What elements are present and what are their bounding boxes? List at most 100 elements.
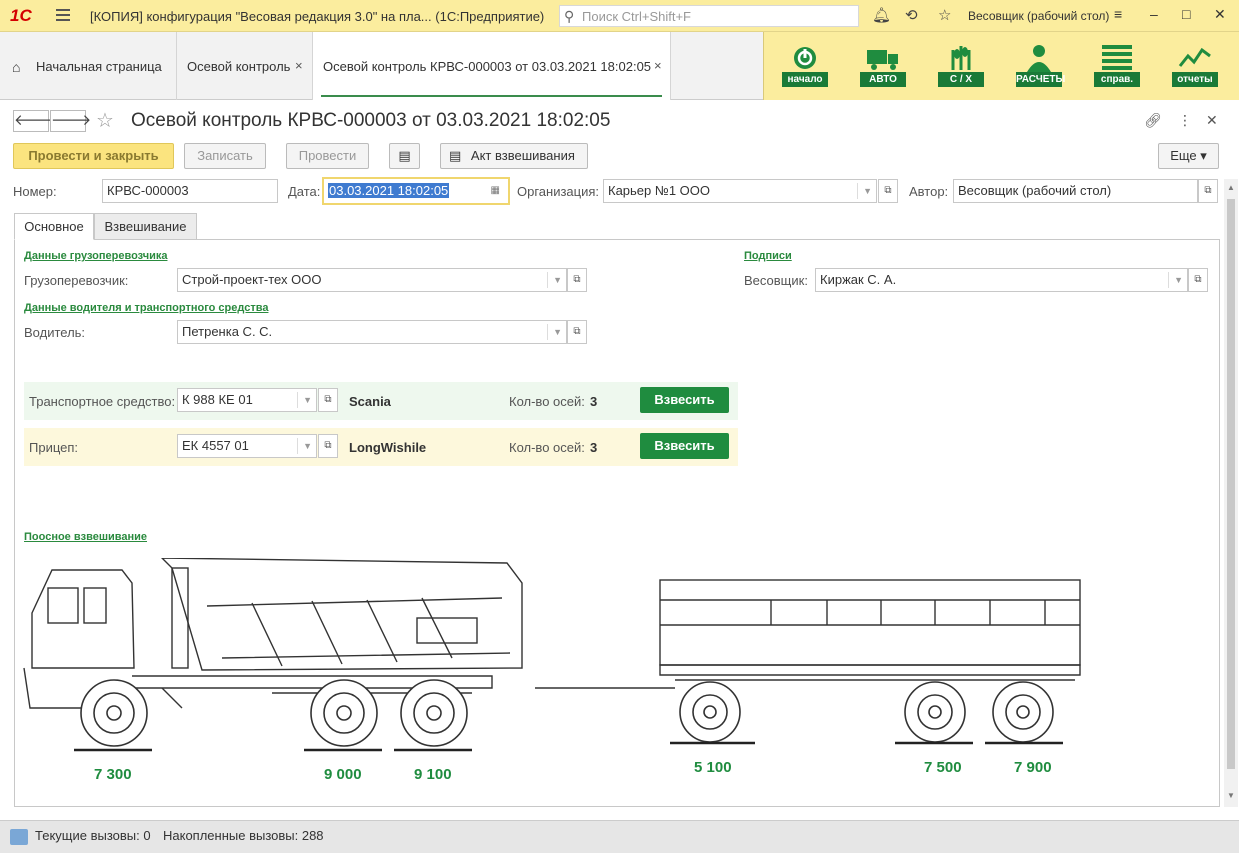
maximize-button[interactable]: □ bbox=[1182, 6, 1190, 22]
truck-icon bbox=[867, 50, 898, 70]
driver-field[interactable]: Петренка С. С. ▼ bbox=[177, 320, 567, 344]
vertical-scrollbar[interactable]: ▲ ▼ bbox=[1224, 179, 1238, 807]
history-icon[interactable]: ⟲ bbox=[905, 6, 918, 24]
author-value: Весовщик (рабочий стол) bbox=[958, 183, 1112, 198]
open-author-button[interactable]: ⧉ bbox=[1198, 179, 1218, 203]
dropdown-arrow-icon[interactable]: ▼ bbox=[1174, 269, 1183, 291]
menu-icon[interactable] bbox=[56, 9, 70, 21]
close-document-icon[interactable]: ✕ bbox=[1206, 112, 1218, 129]
divider bbox=[297, 438, 298, 454]
scrollbar-thumb[interactable] bbox=[1227, 199, 1235, 769]
more-button[interactable]: Еще ▾ bbox=[1158, 143, 1219, 169]
axle-weighing-section-title[interactable]: Поосное взвешивание bbox=[24, 531, 147, 543]
start-button[interactable]: начало bbox=[780, 42, 830, 90]
tab-label: Осевой контроль bbox=[187, 59, 291, 74]
home-icon: ⌂ bbox=[12, 59, 21, 75]
vehicle-axles-count: 3 bbox=[590, 394, 598, 409]
settings-menu-icon[interactable]: ≡ bbox=[1114, 6, 1122, 22]
divider bbox=[297, 392, 298, 408]
dropdown-arrow-icon[interactable]: ▼ bbox=[863, 180, 872, 202]
current-user[interactable]: Весовщик (рабочий стол) bbox=[968, 9, 1109, 23]
post-button[interactable]: Провести bbox=[286, 143, 369, 169]
save-button[interactable]: Записать bbox=[184, 143, 266, 169]
vehicle-plate-field[interactable]: К 988 КЕ 01 ▼ bbox=[177, 388, 317, 412]
open-weigher-button[interactable]: ⧉ bbox=[1188, 268, 1208, 292]
calls-monitor-icon[interactable] bbox=[10, 829, 28, 845]
1c-logo[interactable]: 1С bbox=[10, 6, 32, 26]
carrier-section-title[interactable]: Данные грузоперевозчика bbox=[24, 250, 167, 262]
scroll-down-icon[interactable]: ▼ bbox=[1227, 791, 1235, 800]
agri-button[interactable]: С / Х bbox=[936, 42, 986, 90]
document-title: Осевой контроль КРВС-000003 от 03.03.202… bbox=[131, 110, 611, 131]
forward-button[interactable]: 🡒 bbox=[50, 110, 91, 132]
trailer-illustration bbox=[535, 579, 1081, 745]
carrier-label: Грузоперевозчик: bbox=[24, 273, 129, 288]
weigher-field[interactable]: Киржак С. А. ▼ bbox=[815, 268, 1188, 292]
open-vehicle-button[interactable]: ⧉ bbox=[318, 388, 338, 412]
close-window-button[interactable]: ✕ bbox=[1214, 6, 1226, 23]
trailer-plate-value: ЕК 4557 01 bbox=[182, 438, 249, 453]
back-button[interactable]: 🡐 bbox=[13, 110, 54, 132]
auto-button[interactable]: АВТО bbox=[858, 42, 908, 90]
status-bar: Текущие вызовы: 0 Накопленные вызовы: 28… bbox=[0, 820, 1239, 853]
tab-axle-control-document[interactable]: Осевой контроль КРВС-000003 от 03.03.202… bbox=[313, 32, 671, 100]
driver-value: Петренка С. С. bbox=[182, 324, 273, 339]
payments-button[interactable]: РАСЧЕТЫ bbox=[1014, 42, 1065, 90]
close-tab-icon[interactable]: × bbox=[295, 58, 303, 73]
calendar-icon[interactable]: ▦ bbox=[491, 179, 500, 203]
weigh-trailer-button[interactable]: Взвесить bbox=[640, 433, 729, 459]
search-placeholder: Поиск Ctrl+Shift+F bbox=[582, 9, 691, 24]
number-label: Номер: bbox=[13, 184, 57, 199]
close-tab-icon[interactable]: × bbox=[654, 58, 662, 73]
bell-icon[interactable]: 🔔︎ bbox=[872, 6, 891, 24]
vehicle-row: Транспортное средство: К 988 КЕ 01 ▼ ⧉ S… bbox=[24, 382, 738, 420]
open-driver-button[interactable]: ⧉ bbox=[567, 320, 587, 344]
reports-button[interactable]: отчеты bbox=[1170, 42, 1220, 90]
weighing-act-button[interactable]: ▤ Акт взвешивания bbox=[440, 143, 588, 169]
open-carrier-button[interactable]: ⧉ bbox=[567, 268, 587, 292]
trailer-axles-label: Кол-во осей: bbox=[509, 440, 585, 455]
dropdown-arrow-icon[interactable]: ▼ bbox=[553, 321, 562, 343]
link-icon[interactable]: 🔗︎ bbox=[1144, 112, 1162, 129]
tab-home[interactable]: ⌂ Начальная страница bbox=[0, 32, 177, 100]
document-icon: ▤ bbox=[449, 148, 462, 163]
favorite-star-icon[interactable]: ☆ bbox=[96, 108, 114, 133]
document-icon-button[interactable]: ▤ bbox=[389, 143, 420, 169]
date-field[interactable]: 03.03.2021 18:02:05 ▦ bbox=[322, 177, 510, 205]
global-search-input[interactable]: ⚲ Поиск Ctrl+Shift+F bbox=[559, 5, 859, 27]
trailer-row: Прицеп: ЕК 4557 01 ▼ ⧉ LongWishile Кол-в… bbox=[24, 428, 738, 466]
minimize-button[interactable]: – bbox=[1150, 6, 1158, 22]
dropdown-arrow-icon[interactable]: ▼ bbox=[303, 389, 312, 411]
number-field[interactable]: КРВС-000003 bbox=[102, 179, 278, 203]
favorites-star-icon[interactable]: ☆ bbox=[938, 6, 951, 24]
tab-main[interactable]: Основное bbox=[14, 213, 94, 240]
organization-field[interactable]: Карьер №1 ООО ▼ bbox=[603, 179, 877, 203]
post-and-close-button[interactable]: Провести и закрыть bbox=[13, 143, 174, 169]
carrier-field[interactable]: Строй-проект-тех ООО ▼ bbox=[177, 268, 567, 292]
open-organization-button[interactable]: ⧉ bbox=[878, 179, 898, 203]
dropdown-arrow-icon[interactable]: ▼ bbox=[303, 435, 312, 457]
trailer-axle-1-weight: 5 100 bbox=[694, 759, 732, 776]
tab-weighing[interactable]: Взвешивание bbox=[94, 213, 197, 240]
divider bbox=[547, 272, 548, 288]
author-field[interactable]: Весовщик (рабочий стол) bbox=[953, 179, 1198, 203]
search-icon: ⚲ bbox=[564, 8, 575, 24]
scroll-up-icon[interactable]: ▲ bbox=[1227, 183, 1235, 192]
reference-button[interactable]: справ. bbox=[1092, 42, 1142, 90]
trailer-plate-field[interactable]: ЕК 4557 01 ▼ bbox=[177, 434, 317, 458]
dropdown-arrow-icon[interactable]: ▼ bbox=[553, 269, 562, 291]
more-actions-icon[interactable]: ⋮ bbox=[1178, 112, 1192, 129]
vehicle-plate-value: К 988 КЕ 01 bbox=[182, 392, 253, 407]
organization-value: Карьер №1 ООО bbox=[608, 183, 711, 198]
driver-section-title[interactable]: Данные водителя и транспортного средства bbox=[24, 302, 268, 314]
divider bbox=[1168, 272, 1169, 288]
trailer-model: LongWishile bbox=[349, 440, 427, 455]
open-trailer-button[interactable]: ⧉ bbox=[318, 434, 338, 458]
weigh-vehicle-button[interactable]: Взвесить bbox=[640, 387, 729, 413]
tab-axle-control-list[interactable]: Осевой контроль × bbox=[177, 32, 313, 100]
truck-axle-3-weight: 9 100 bbox=[414, 766, 452, 783]
reports-label: отчеты bbox=[1172, 72, 1218, 87]
signatures-section-title[interactable]: Подписи bbox=[744, 250, 792, 262]
dump-truck-illustration bbox=[23, 558, 523, 752]
trailer-axle-3-weight: 7 900 bbox=[1014, 759, 1052, 776]
